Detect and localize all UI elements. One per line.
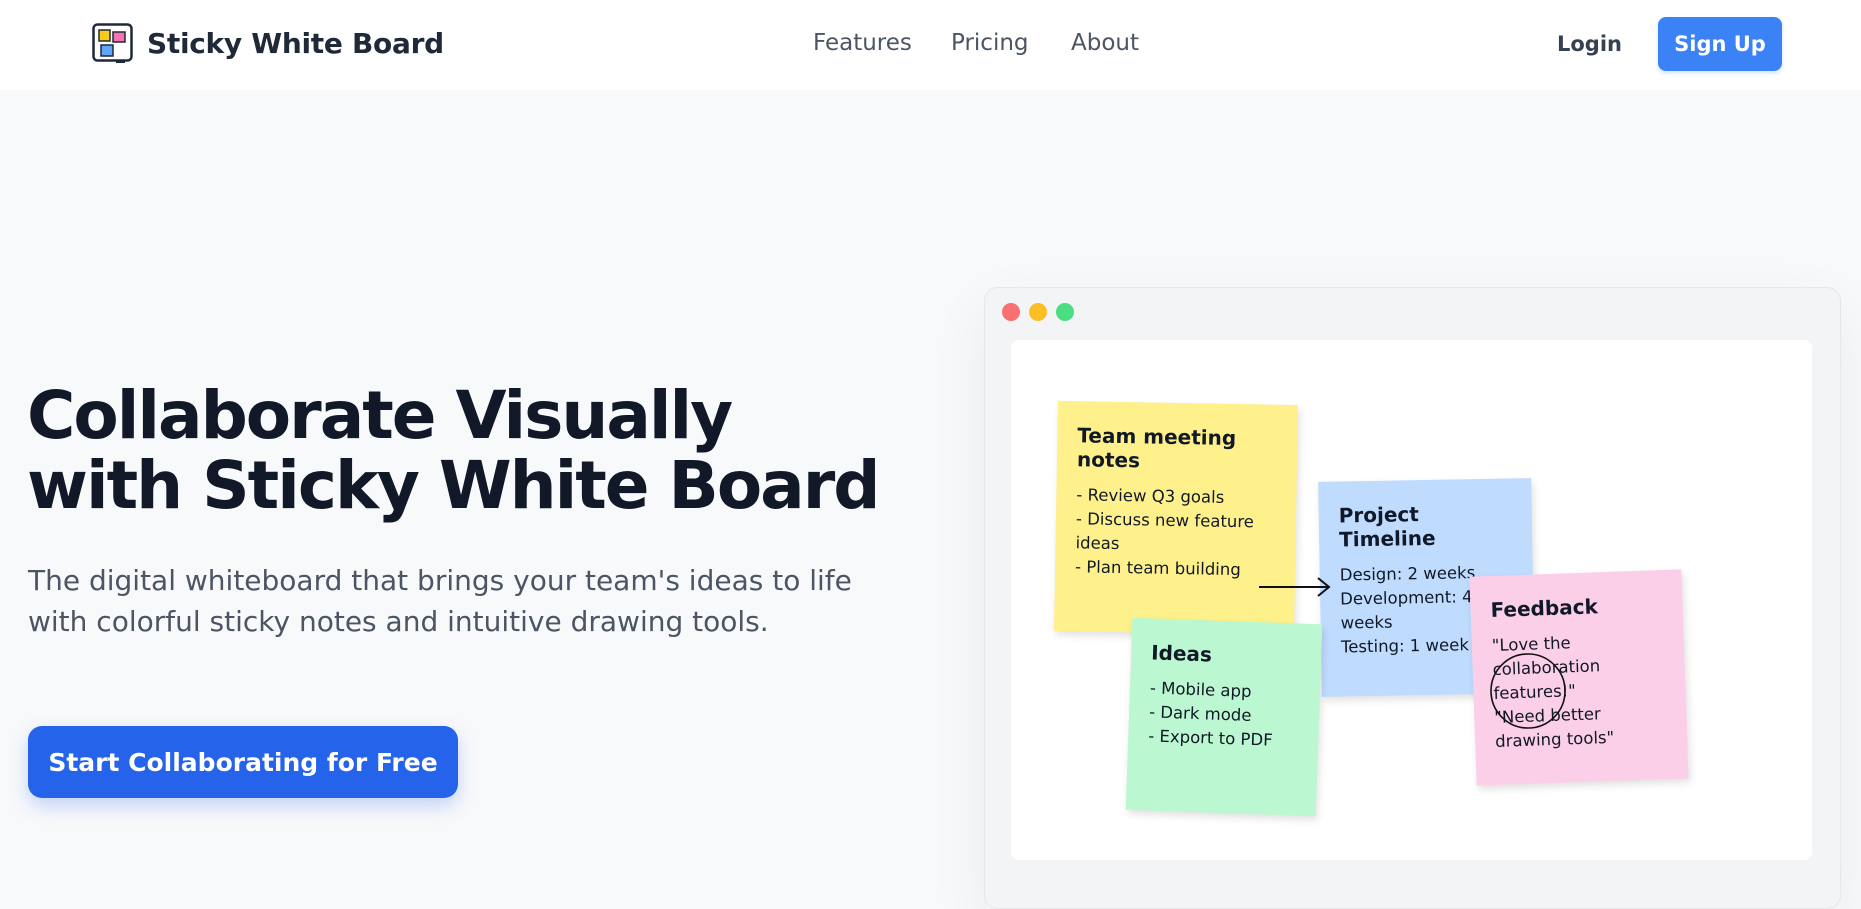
window-close-dot xyxy=(1002,303,1020,321)
nav-link-features[interactable]: Features xyxy=(813,30,912,56)
nav-link-pricing[interactable]: Pricing xyxy=(951,30,1029,56)
whiteboard-canvas: Team meeting notes - Review Q3 goals - D… xyxy=(1011,340,1812,860)
app-preview-window: Team meeting notes - Review Q3 goals - D… xyxy=(984,287,1841,909)
note-body: - Review Q3 goals - Discuss new feature … xyxy=(1074,485,1255,580)
note-body: "Love the collaboration features!" "Need… xyxy=(1491,633,1615,751)
window-maximize-dot xyxy=(1056,303,1074,321)
hero-subtitle: The digital whiteboard that brings your … xyxy=(28,564,852,638)
login-link[interactable]: Login xyxy=(1557,32,1622,56)
note-title: Ideas xyxy=(1150,640,1213,667)
signup-button[interactable]: Sign Up xyxy=(1658,17,1782,71)
sticky-note-team-meeting[interactable]: Team meeting notes - Review Q3 goals - D… xyxy=(1054,400,1298,636)
sticky-note-ideas[interactable]: Ideas - Mobile app - Dark mode - Export … xyxy=(1125,617,1323,817)
hero-title: Collaborate Visually with Sticky White B… xyxy=(27,377,881,524)
nav-link-about[interactable]: About xyxy=(1071,30,1139,56)
note-title: Feedback xyxy=(1490,594,1599,623)
window-minimize-dot xyxy=(1029,303,1047,321)
sticky-note-feedback[interactable]: Feedback "Love the collaboration feature… xyxy=(1469,569,1689,786)
note-title: Project Timeline xyxy=(1338,502,1436,552)
start-collaborating-button[interactable]: Start Collaborating for Free xyxy=(28,726,458,798)
note-body: - Mobile app - Dark mode - Export to PDF xyxy=(1147,678,1273,750)
note-title: Team meeting notes xyxy=(1076,423,1237,473)
top-nav: Sticky White Board Features Pricing Abou… xyxy=(0,0,1861,90)
